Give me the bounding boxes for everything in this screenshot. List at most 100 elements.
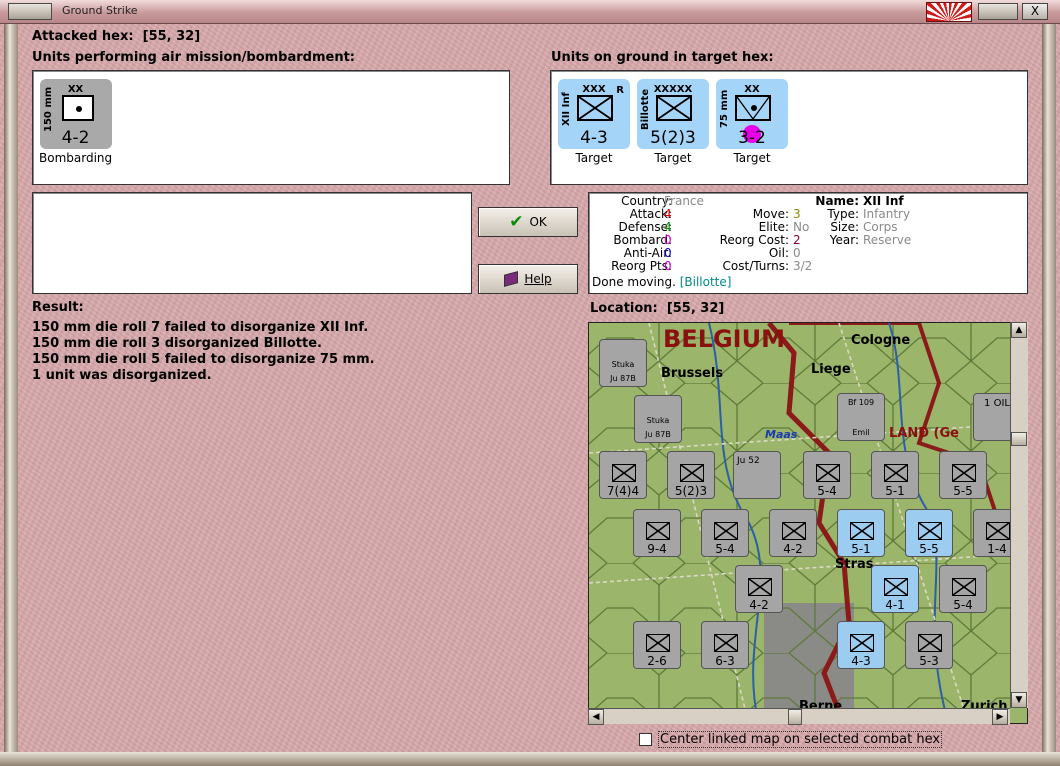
- scroll-left-arrow-icon[interactable]: ◀: [588, 709, 604, 725]
- map-counter[interactable]: 4-1: [871, 565, 919, 613]
- center-map-checkbox[interactable]: [639, 733, 652, 746]
- unit-strength: 5(2)3: [650, 128, 696, 148]
- scroll-down-arrow-icon[interactable]: ▼: [1011, 692, 1027, 708]
- map-counter[interactable]: 5(2)3: [667, 451, 715, 499]
- costturns-value: 3/2: [793, 259, 813, 273]
- unit-corner: R: [616, 85, 624, 96]
- unit-info-panel: Country: Attack: Defense: Bombard: Anti-…: [588, 192, 1028, 294]
- scroll-right-arrow-icon[interactable]: ▶: [992, 709, 1008, 725]
- info-values-3: XII Inf Infantry Corps Reserve: [863, 195, 911, 247]
- result-heading: Result:: [32, 300, 84, 315]
- left-frame: [4, 24, 18, 754]
- unit-status: Target: [654, 151, 692, 165]
- info-keys-2: Move: Elite: Reorg Cost: Oil: Cost/Turns…: [693, 208, 789, 273]
- map-vertical-scrollbar[interactable]: ▲ ▼: [1010, 322, 1028, 708]
- ok-button[interactable]: ✔ OK: [478, 207, 578, 237]
- city-label: Cologne: [851, 333, 911, 348]
- result-line: 1 unit was disorganized.: [32, 368, 212, 383]
- vertical-scroll-thumb[interactable]: [1011, 432, 1027, 446]
- ground-unit-card[interactable]: XII Inf XXX R 4-3 Target: [558, 79, 630, 165]
- info-keys-1: Country: Attack: Defense: Bombard: Anti-…: [593, 195, 672, 273]
- window-menu-button[interactable]: [8, 3, 52, 20]
- ground-units-panel: XII Inf XXX R 4-3 Target Billotte XXXXX …: [550, 70, 1028, 185]
- help-button[interactable]: Help: [478, 264, 578, 294]
- map-counter[interactable]: 5-3: [905, 621, 953, 669]
- attacked-hex: Attacked hex: [55, 32]: [32, 29, 201, 44]
- unit-strength: 3-2: [738, 128, 766, 148]
- window-grip-button[interactable]: [978, 3, 1018, 20]
- rising-sun-flag-icon: [926, 2, 972, 22]
- map-counter[interactable]: 5-5: [905, 509, 953, 557]
- map-horizontal-scrollbar[interactable]: ◀ ▶: [588, 708, 1010, 725]
- window-title: Ground Strike: [62, 4, 138, 17]
- city-label: Stras: [835, 557, 874, 572]
- ok-label: OK: [529, 215, 547, 229]
- linked-map[interactable]: BELGIUM Cologne Brussels Liege Maas LAND…: [588, 322, 1028, 724]
- location-label: Location: [55, 32]: [590, 301, 725, 316]
- ground-unit-card[interactable]: 75 mm XX 3-2 Target: [716, 79, 788, 165]
- city-label: Brussels: [661, 366, 724, 381]
- bottom-frame: [0, 752, 1060, 766]
- scroll-up-arrow-icon[interactable]: ▲: [1011, 322, 1027, 338]
- unit-counter-billotte[interactable]: Billotte XXXXX 5(2)3: [637, 79, 709, 149]
- title-bar: Ground Strike X: [0, 0, 1060, 24]
- close-button[interactable]: X: [1022, 3, 1048, 20]
- air-units-panel: 150 mm XX 4-2 Bombarding: [32, 70, 510, 185]
- map-counter[interactable]: 4-2: [769, 509, 817, 557]
- map-counter-air[interactable]: Stuka Ju 87B: [599, 339, 647, 387]
- result-lines: 150 mm die roll 7 failed to disorganize …: [32, 320, 375, 384]
- infantry-symbol-icon: [577, 95, 613, 121]
- map-counter[interactable]: 5-5: [939, 451, 987, 499]
- hq-link[interactable]: [Billotte]: [680, 275, 732, 289]
- checkmark-icon: ✔: [509, 212, 524, 232]
- map-counter-air[interactable]: Stuka Ju 87B: [634, 395, 682, 443]
- message-panel: [32, 192, 472, 294]
- result-line: 150 mm die roll 3 disorganized Billotte.: [32, 336, 322, 351]
- air-unit-card[interactable]: 150 mm XX 4-2 Bombarding: [39, 79, 112, 165]
- map-counter[interactable]: 4-3: [837, 621, 885, 669]
- region-label: LAND (Ge: [889, 426, 959, 441]
- horizontal-scroll-thumb[interactable]: [788, 709, 802, 725]
- map-counter[interactable]: 9-4: [633, 509, 681, 557]
- done-moving-text: Done moving.: [592, 275, 676, 289]
- info-keys-3: Name: Type: Size: Year:: [805, 195, 859, 247]
- map-counter-air[interactable]: Ju 52: [733, 451, 781, 499]
- unit-status: Bombarding: [39, 151, 113, 165]
- unit-status: Target: [575, 151, 613, 165]
- help-book-icon: [504, 271, 519, 287]
- air-units-heading: Units performing air mission/bombardment…: [32, 50, 356, 65]
- unit-status: Target: [733, 151, 771, 165]
- right-frame: [1042, 24, 1056, 754]
- river-label: Maas: [765, 428, 798, 441]
- done-moving-line: Done moving. [Billotte]: [592, 276, 731, 289]
- map-counter[interactable]: 5-4: [939, 565, 987, 613]
- center-map-checkbox-label[interactable]: Center linked map on selected combat hex: [658, 731, 943, 748]
- map-counter[interactable]: 2-6: [633, 621, 681, 669]
- map-counter[interactable]: 7(4)4: [599, 451, 647, 499]
- map-counter[interactable]: 5-1: [837, 509, 885, 557]
- year-value: Reserve: [863, 233, 912, 247]
- costturns-key: Cost/Turns:: [722, 259, 789, 273]
- map-counter[interactable]: 5-4: [803, 451, 851, 499]
- unit-strength: 4-2: [61, 128, 90, 148]
- result-line: 150 mm die roll 5 failed to disorganize …: [32, 352, 375, 367]
- map-counter[interactable]: 5-4: [701, 509, 749, 557]
- unit-counter-150mm[interactable]: 150 mm XX 4-2: [39, 79, 112, 149]
- map-counter[interactable]: 6-3: [701, 621, 749, 669]
- help-label: Help: [524, 272, 552, 286]
- infantry-symbol-icon: [656, 95, 692, 121]
- unit-strength: 4-3: [580, 128, 608, 148]
- map-counter[interactable]: 4-2: [735, 565, 783, 613]
- ground-units-heading: Units on ground in target hex:: [551, 50, 774, 65]
- map-counter[interactable]: 5-1: [871, 451, 919, 499]
- year-key: Year:: [829, 233, 859, 247]
- ground-unit-card[interactable]: Billotte XXXXX 5(2)3 Target: [637, 79, 709, 165]
- unit-size: XX: [67, 84, 84, 95]
- map-counter-air[interactable]: Bf 109 Emil: [837, 393, 885, 441]
- artillery-symbol-icon: [735, 95, 771, 121]
- reorg-key: Reorg Pts:: [611, 259, 672, 273]
- unit-size: XXXXX: [653, 84, 693, 95]
- unit-counter-xii-inf[interactable]: XII Inf XXX R 4-3: [558, 79, 630, 149]
- unit-counter-75mm[interactable]: 75 mm XX 3-2: [716, 79, 788, 149]
- result-line: 150 mm die roll 7 failed to disorganize …: [32, 320, 369, 335]
